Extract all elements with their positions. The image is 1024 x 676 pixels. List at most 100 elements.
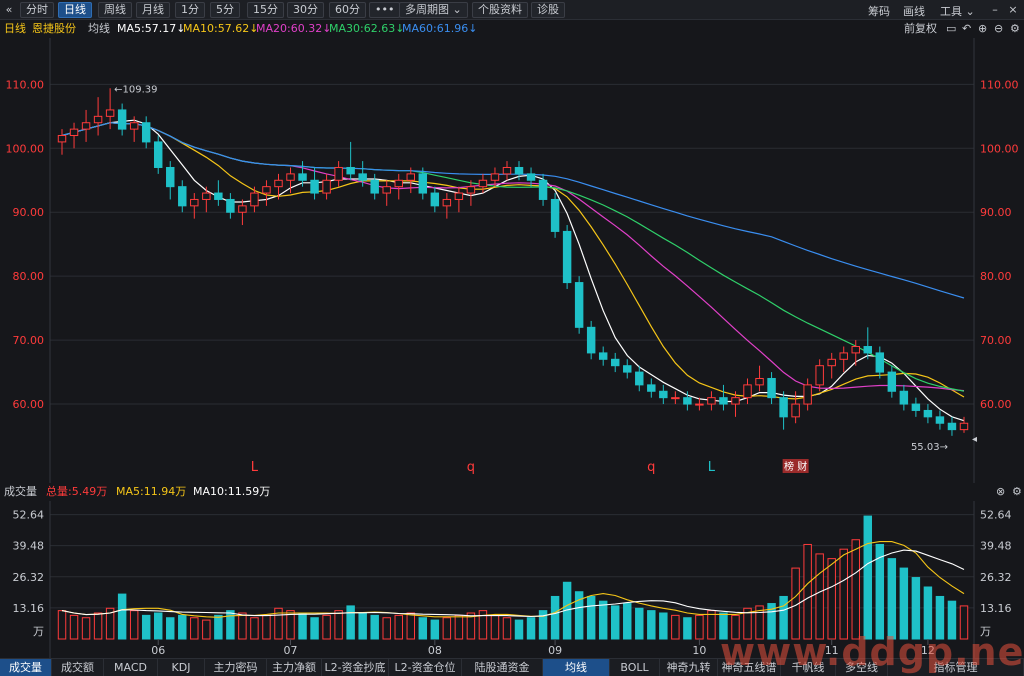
double-chevron-left-icon[interactable]: « — [2, 3, 16, 17]
candle-body — [526, 173, 536, 181]
volume-bar — [202, 619, 211, 640]
candle-body — [598, 352, 608, 360]
chart-header: 日线 恩捷股份 均线 MA5:57.17↓ MA10:57.62↓ MA20:6… — [0, 20, 1024, 38]
indicator-tab-10[interactable]: BOLL — [610, 659, 660, 676]
indicator-tab-1[interactable]: 成交额 — [52, 659, 104, 676]
volume-bar — [514, 619, 524, 640]
y-tick-left: 100.00 — [6, 142, 45, 155]
zoom-out-icon[interactable]: ⊖ — [994, 20, 1003, 38]
volume-bar — [526, 617, 536, 640]
indicator-tab-11[interactable]: 神奇九转 — [660, 659, 718, 676]
candle-body — [586, 326, 596, 354]
volume-bar — [671, 614, 680, 640]
candle-body — [502, 166, 512, 175]
tab-period-8[interactable]: 60分 — [329, 2, 366, 18]
x-tick-label: 11 — [825, 644, 839, 657]
volume-bar — [262, 614, 271, 640]
volume-bar — [442, 617, 452, 640]
vol-y-tick-right: 39.48 — [980, 540, 1012, 553]
tab-period-1[interactable]: 日线 — [58, 2, 92, 18]
tools-button[interactable]: 工具 ⌄ — [940, 3, 975, 19]
volume-bar — [550, 595, 560, 640]
tab-period-2[interactable]: 周线 — [98, 2, 132, 18]
x-tick-label: 07 — [284, 644, 298, 657]
adjust-button[interactable]: 前复权 — [904, 20, 937, 38]
volume-bar — [358, 612, 367, 640]
close-panel-icon[interactable]: ⊗ — [996, 483, 1005, 501]
tab-period-0[interactable]: 分时 — [20, 2, 54, 18]
indicator-tab-13[interactable]: 千帆线 — [781, 659, 836, 676]
tab-period-5[interactable]: 5分 — [210, 2, 240, 18]
volume-bar — [298, 612, 307, 640]
y-tick-left: 70.00 — [13, 334, 45, 347]
ma10-value: MA10:57.62↓ — [183, 22, 259, 35]
volume-bar — [214, 614, 223, 640]
candle-body — [935, 416, 945, 424]
draw-line-button[interactable]: 画线 — [903, 3, 925, 19]
close-icon[interactable]: × — [1006, 3, 1020, 17]
gear-icon[interactable]: ⚙ — [1010, 20, 1020, 38]
volume-bar — [887, 558, 897, 640]
candle-body — [69, 128, 79, 137]
volume-bar — [310, 617, 319, 640]
candle-body — [791, 403, 800, 418]
volume-bar — [610, 605, 620, 640]
volume-bar — [623, 603, 632, 640]
candle-body — [202, 192, 211, 200]
volume-chart[interactable]: 52.64 39.48 26.32 13.16 万 52.64 39.48 26.32 13.… — [0, 501, 1024, 658]
candle-body — [358, 173, 367, 181]
volume-bar — [635, 607, 644, 640]
y-tick-right: 100.00 — [980, 142, 1019, 155]
y-tick-left: 60.00 — [13, 398, 45, 411]
candle-body — [731, 397, 740, 405]
candlestick-chart[interactable]: 110.00 100.00 90.00 80.00 70.00 60.00 110.00 1… — [0, 38, 1024, 483]
volume-bar — [947, 600, 957, 640]
stock-info-button[interactable]: 个股资料 — [472, 2, 528, 18]
more-button[interactable]: ••• — [369, 2, 401, 18]
candle-body — [262, 186, 271, 194]
ma20-value: MA20:60.32↓ — [256, 22, 332, 35]
settings-small-icon[interactable]: ▭ — [946, 20, 956, 38]
indicator-tab-8[interactable]: 陆股通资金 — [462, 659, 543, 676]
tab-period-4[interactable]: 1分 — [175, 2, 205, 18]
candle-body — [923, 409, 933, 418]
indicator-tab-6[interactable]: L2-资金抄底 — [322, 659, 389, 676]
volume-bar — [815, 553, 824, 640]
indicator-tab-7[interactable]: L2-资金仓位 — [389, 659, 462, 676]
chips-button[interactable]: 筹码 — [868, 3, 890, 19]
volume-bar — [779, 595, 788, 640]
indicator-tab-5[interactable]: 主力净额 — [267, 659, 322, 676]
minimize-icon[interactable]: – — [988, 3, 1002, 17]
volume-bar — [899, 567, 909, 640]
volume-bar — [190, 617, 199, 640]
indicator-tab-4[interactable]: 主力密码 — [205, 659, 267, 676]
indicator-tab-14[interactable]: 多空线 — [836, 659, 888, 676]
gear-icon[interactable]: ⚙ — [1012, 483, 1022, 501]
diagnose-button[interactable]: 诊股 — [531, 2, 565, 18]
tab-period-6[interactable]: 15分 — [247, 2, 284, 18]
vol-y-tick-left: 13.16 — [13, 602, 45, 615]
indicator-tab-0[interactable]: 成交量 — [0, 659, 52, 676]
volume-bar — [81, 617, 91, 640]
volume-bar — [490, 614, 500, 640]
indicator-tab-2[interactable]: MACD — [104, 659, 158, 676]
tab-period-3[interactable]: 月线 — [136, 2, 170, 18]
vol-y-tick-right: 26.32 — [980, 571, 1012, 584]
candle-body — [286, 173, 295, 181]
indicator-tab-3[interactable]: KDJ — [158, 659, 205, 676]
zoom-in-icon[interactable]: ⊕ — [978, 20, 987, 38]
x-tick-label: 06 — [151, 644, 165, 657]
candle-body — [466, 186, 476, 194]
volume-bar — [93, 612, 103, 640]
indicator-tab-9[interactable]: 均线 — [543, 659, 610, 676]
candle-body — [887, 371, 897, 392]
volume-bar — [178, 614, 187, 640]
multi-period-button[interactable]: 多周期图 ⌄ — [399, 2, 468, 18]
tab-period-7[interactable]: 30分 — [287, 2, 324, 18]
indicator-tab-12[interactable]: 神奇五线谱 — [718, 659, 781, 676]
undo-icon[interactable]: ↶ — [962, 20, 971, 38]
stock-name[interactable]: 恩捷股份 — [32, 20, 76, 38]
volume-bar — [346, 605, 355, 640]
indicator-tab-15[interactable]: 指标管理 — [888, 659, 1024, 676]
tools-label: 工具 — [940, 5, 962, 18]
